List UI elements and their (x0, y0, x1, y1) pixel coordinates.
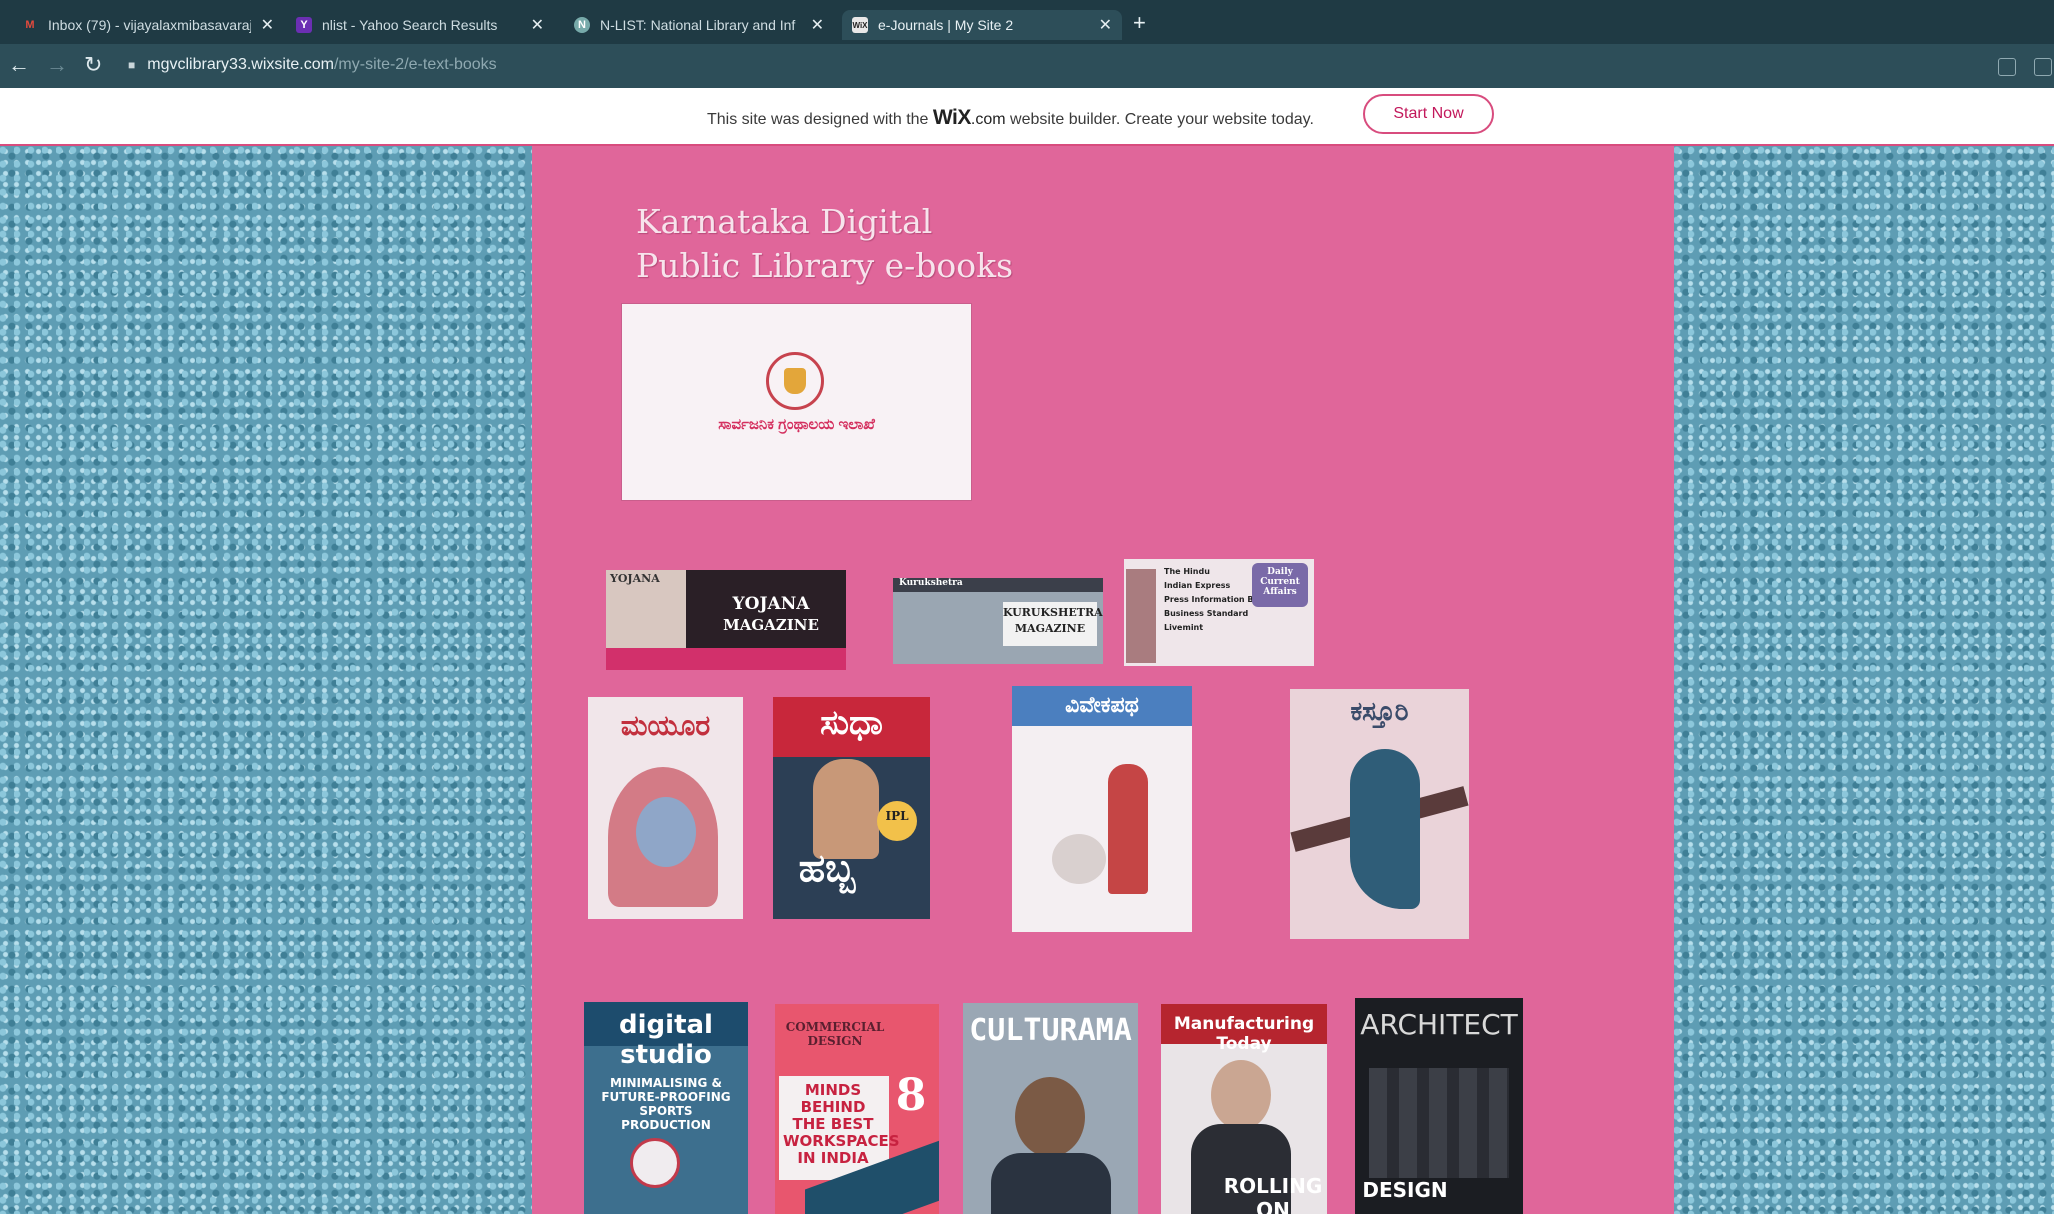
cover-subtitle: MAGAZINE (723, 616, 819, 634)
tab-label: Inbox (79) - vijayalaxmibasavaraj (48, 17, 251, 33)
tab-gmail[interactable]: M Inbox (79) - vijayalaxmibasavaraj ✕ (12, 10, 284, 40)
cover-subtitle: DESIGN (1362, 1178, 1448, 1202)
architect-magazine-cover[interactable]: ARCHITECT DESIGN (1355, 998, 1523, 1214)
close-tab-icon[interactable]: ✕ (261, 15, 274, 35)
logo-caption: ಸಾರ್ವಜನಿಕ ಗ್ರಂಥಾಲಯ ಇಲಾಖೆ (718, 416, 875, 433)
cover-subtitle: MINIMALISING & FUTURE-PROOFING SPORTS PR… (601, 1076, 731, 1132)
yojana-magazine-cover[interactable]: YOJANA YOJANA MAGAZINE (606, 570, 846, 670)
culturama-magazine-cover[interactable]: CULTURAMA (963, 1003, 1138, 1214)
tab-label: N-LIST: National Library and Inf (600, 17, 796, 33)
close-tab-icon[interactable]: ✕ (811, 15, 824, 35)
vivekapatha-magazine-cover[interactable]: ವಿವೇಕಪಥ (1012, 686, 1192, 932)
start-now-button[interactable]: Start Now (1363, 94, 1494, 134)
cover-title: ಸುಧಾ (820, 703, 883, 743)
newspaper-item: Livemint (1164, 623, 1204, 632)
close-tab-icon[interactable]: ✕ (531, 15, 544, 35)
url-field[interactable]: ■ mgvclibrary33.wixsite.com/my-site-2/e-t… (128, 56, 497, 74)
cover-tag: IPL (885, 809, 909, 823)
cover-title: KURUKSHETRA (1003, 606, 1103, 619)
cover-subtitle: ROLLING ON (1223, 1174, 1323, 1214)
wix-banner: This site was designed with the WiX.com … (0, 88, 2054, 146)
cover-title: digital studio (619, 1010, 713, 1070)
cover-title: YOJANA (732, 594, 810, 614)
cover-big-title: ಹಬ್ಬ (798, 845, 856, 890)
kurukshetra-magazine-cover[interactable]: Kurukshetra KURUKSHETRA MAGAZINE (893, 578, 1103, 664)
cover-subtitle: MAGAZINE (1014, 622, 1086, 635)
cover-title: Manufacturing Today (1173, 1014, 1315, 1054)
gmail-icon: M (25, 19, 35, 31)
commercial-design-magazine-cover[interactable]: COMMERCIAL DESIGN MINDS BEHIND THE BEST … (775, 1004, 939, 1214)
page-title-line-1: Karnataka Digital (636, 202, 933, 241)
cover-big-title: MINDS BEHIND THE BEST WORKSPACES IN INDI… (783, 1081, 900, 1167)
back-icon[interactable]: ← (8, 52, 30, 78)
wix-banner-text: This site was designed with the WiX.com … (707, 106, 1314, 130)
wix-icon: WiX (852, 17, 868, 33)
digital-studio-magazine-cover[interactable]: digital studio MINIMALISING & FUTURE-PRO… (584, 1002, 748, 1214)
new-tab-button[interactable]: + (1133, 10, 1146, 36)
mayura-magazine-cover[interactable]: ಮಯೂರ (588, 697, 743, 919)
browser-tab-bar: M Inbox (79) - vijayalaxmibasavaraj ✕ Y … (0, 0, 2054, 44)
lock-icon: ■ (128, 58, 136, 72)
wix-logo: WiX (932, 106, 971, 129)
address-bar: ← → ↻ ■ mgvclibrary33.wixsite.com/my-site… (0, 44, 2054, 88)
cover-title: ಕಸ್ತೂರಿ (1350, 697, 1409, 727)
banner-text-after: website builder. Create your website tod… (1010, 111, 1314, 128)
cover-badge: Daily Current Affairs (1260, 567, 1300, 597)
right-background (1674, 146, 2054, 1214)
library-logo-card[interactable]: ಸಾರ್ವಜನಿಕ ಗ್ರಂಥಾಲಯ ಇಲಾಖೆ (621, 303, 972, 501)
cover-title: CULTURAMA (969, 1013, 1132, 1048)
cover-title: ಮಯೂರ (620, 709, 711, 742)
karnataka-emblem-icon (766, 352, 824, 410)
cover-small-title: Kurukshetra (899, 578, 963, 588)
url-host: mgvclibrary33.wixsite.com (147, 56, 334, 73)
url-path: /my-site-2/e-text-books (333, 56, 497, 73)
sudha-magazine-cover[interactable]: ಸುಧಾ IPL ಹಬ್ಬ (773, 697, 930, 919)
close-tab-icon[interactable]: ✕ (1099, 15, 1112, 35)
reload-icon[interactable]: ↻ (84, 52, 102, 78)
cover-title: ARCHITECT (1360, 1008, 1518, 1041)
tab-ejournals[interactable]: WiX e-Journals | My Site 2 ✕ (842, 10, 1122, 40)
site-icon: N (574, 17, 590, 33)
tab-label: e-Journals | My Site 2 (878, 17, 1014, 33)
manufacturing-today-magazine-cover[interactable]: Manufacturing Today ROLLING ON (1161, 1004, 1327, 1214)
page-title: Karnataka Digital Public Library e-books (636, 200, 1056, 288)
cover-title: ವಿವೇಕಪಥ (1065, 692, 1139, 718)
cover-number: 8 (895, 1070, 927, 1121)
cover-title: COMMERCIAL DESIGN (785, 1020, 885, 1048)
tab-label: nlist - Yahoo Search Results (322, 17, 498, 33)
forward-icon[interactable]: → (46, 52, 68, 78)
kasturi-magazine-cover[interactable]: ಕಸ್ತೂರಿ (1290, 689, 1469, 939)
tab-nlist[interactable]: N N-LIST: National Library and Inf ✕ (564, 10, 834, 40)
share-icon[interactable] (2034, 58, 2052, 76)
wix-logo-suffix: .com (970, 111, 1006, 128)
yahoo-icon: Y (296, 17, 312, 33)
tab-yahoo[interactable]: Y nlist - Yahoo Search Results ✕ (286, 10, 554, 40)
cover-small-title: YOJANA (610, 572, 660, 585)
page-title-line-2: Public Library e-books (636, 246, 1014, 285)
translate-icon[interactable] (1998, 58, 2016, 76)
banner-text-before: This site was designed with the (707, 111, 929, 128)
left-background (0, 146, 532, 1214)
newspaper-item: Business Standard (1164, 609, 1249, 618)
newspapers-cover[interactable]: The Hindu Indian Express Press Informati… (1124, 559, 1314, 666)
